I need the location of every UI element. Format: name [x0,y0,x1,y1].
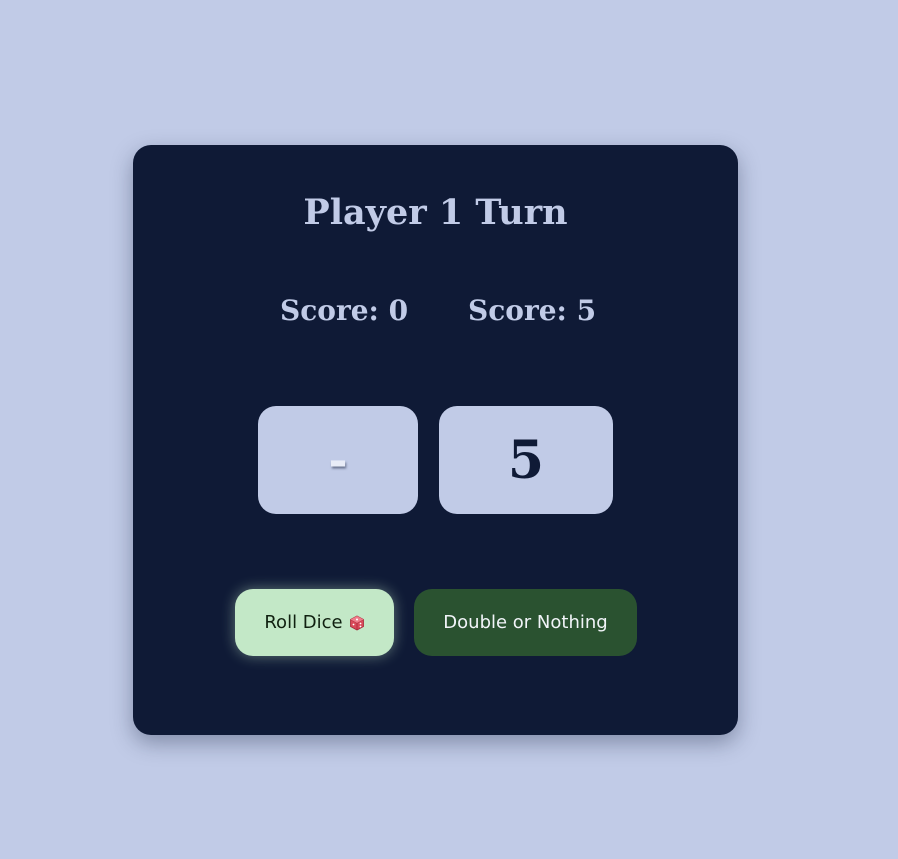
player-1-die-value: - [328,433,348,487]
turn-title: Player 1 Turn [303,192,568,233]
double-or-nothing-button[interactable]: Double or Nothing [414,589,637,656]
player-1-die: - [258,406,418,514]
roll-dice-label: Roll Dice [264,612,343,633]
scoreboard: Score: 0 Score: 5 [133,293,738,333]
player-2-die-value: 5 [507,429,545,491]
roll-dice-button[interactable]: Roll Dice [235,589,394,656]
dice-icon [349,615,365,631]
player-2-die: 5 [439,406,613,514]
game-card: Player 1 Turn Score: 0 Score: 5 - 5 Roll… [133,145,738,735]
player-2-score: Score: 5 [468,294,597,327]
player-1-score: Score: 0 [280,294,409,327]
